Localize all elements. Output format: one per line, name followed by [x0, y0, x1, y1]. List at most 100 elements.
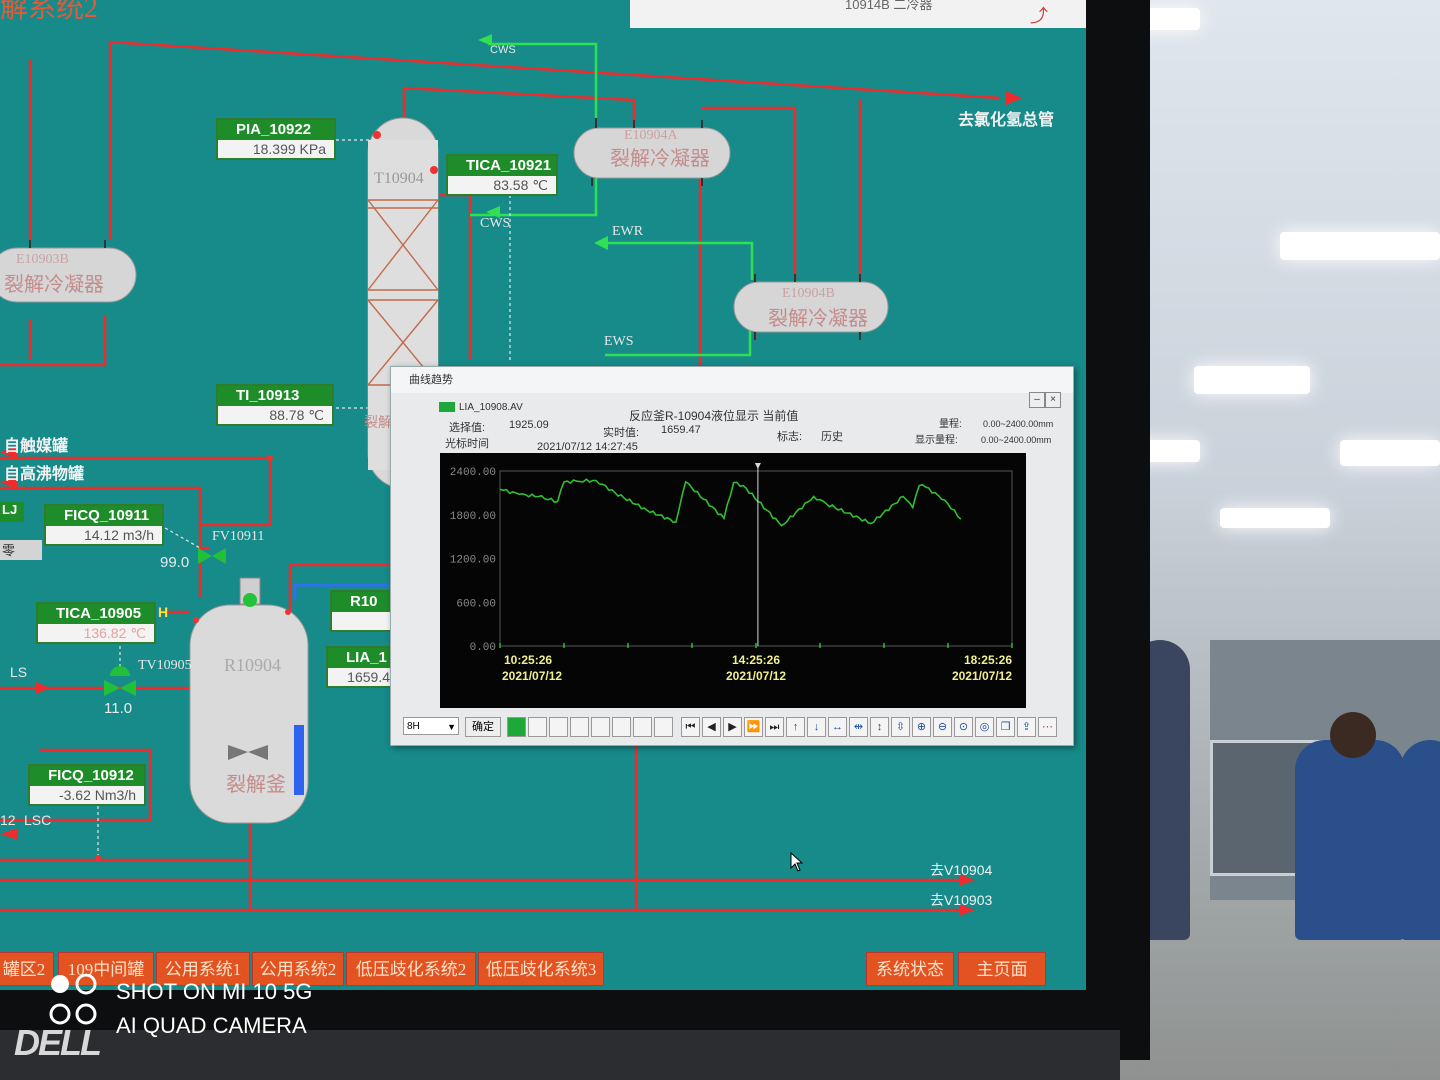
label-ews: EWS [604, 334, 634, 349]
dell-logo: DELL [14, 1022, 102, 1063]
shrink-horizontal-icon[interactable]: ⇹ [849, 717, 868, 737]
label-zero: 零 [0, 540, 42, 560]
nav-main-page[interactable]: 主页面 [958, 952, 1046, 986]
label-tv10905: TV10905 [138, 658, 192, 673]
export-icon[interactable]: ⇪ [1017, 717, 1036, 737]
mouse-cursor-icon [790, 852, 804, 872]
minimize-icon[interactable]: – [1029, 392, 1045, 408]
reactor-id: R10904 [224, 655, 282, 675]
confirm-button[interactable]: 确定 [465, 717, 501, 737]
display-range-label: 显示量程: [915, 435, 958, 446]
x-tick-date: 2021/07/12 [502, 669, 562, 683]
realtime-label: 实时值: [603, 427, 640, 439]
selected-label: 选择值: [449, 422, 486, 434]
move-up-icon[interactable]: ↑ [786, 717, 805, 737]
first-page-icon[interactable]: ⏮ [681, 717, 700, 737]
trend-chart[interactable]: 2400.00 1800.00 1200.00 600.00 0.00 10:25:26 2… [440, 453, 1026, 708]
tag-name: R10 [332, 592, 398, 612]
label-fv10911: FV10911 [212, 529, 265, 544]
tag-value: -3.62 Nm3/h [30, 786, 144, 804]
tag-name: TICA_10905 [38, 604, 154, 624]
selected-value: 1925.09 [509, 419, 549, 431]
header-title: 解系统2 [0, 0, 99, 24]
color-swatch-1[interactable] [507, 717, 526, 737]
cursor-time: 2021/07/12 14:27:45 [537, 441, 638, 453]
label-from-catalyst: 自触媒罐 [4, 438, 69, 455]
fast-forward-icon[interactable]: ⏩ [744, 717, 763, 737]
label-h-flag: H [158, 604, 169, 620]
tag-value: 83.58 ℃ [448, 176, 556, 194]
x-tick-date: 2021/07/12 [726, 669, 786, 683]
tag-value: 1659.4 [328, 668, 398, 686]
y-tick-label: 2400.00 [450, 467, 496, 479]
zoom-fit-icon[interactable]: ◎ [975, 717, 994, 737]
series-description: 反应釜R-10904液位显示 当前值 [629, 409, 799, 423]
e10904a-name: 裂解冷凝器 [610, 148, 710, 170]
color-swatch-3[interactable] [549, 717, 568, 737]
zoom-in-icon[interactable]: ⊕ [912, 717, 931, 737]
watermark-line1: SHOT ON MI 10 5G [116, 979, 313, 1004]
last-page-icon[interactable]: ⏭ [765, 717, 784, 737]
fv-value: 99.0 [160, 554, 190, 571]
tag-lia[interactable]: LIA_1 1659.4 [326, 646, 400, 688]
tag-value: 18.399 KPa [218, 140, 334, 158]
tag-name: LIA_1 [328, 648, 398, 668]
tag-pia-10922[interactable]: PIA_10922 18.399 KPa [216, 118, 336, 160]
e10904b-id: E10904B [782, 286, 835, 301]
tag-name: FICQ_10911 [46, 506, 162, 526]
label-from-highboil: 自高沸物罐 [4, 466, 85, 483]
trend-window[interactable]: 曲线趋势 – × LIA_10908.AV 反应釜R-10904液位显示 当前值… [390, 366, 1074, 746]
x-tick-date: 2021/07/12 [952, 669, 1012, 683]
watermark-line2: AI QUAD CAMERA [116, 1013, 307, 1038]
expand-vertical-icon[interactable]: ↕ [870, 717, 889, 737]
close-icon[interactable]: × [1045, 392, 1061, 408]
tag-ficq-10911[interactable]: FICQ_10911 14.12 m3/h [44, 504, 164, 546]
period-select[interactable]: 8H ▼ [403, 717, 459, 735]
trend-plot[interactable]: 2400.00 1800.00 1200.00 600.00 0.00 10:25:26 2… [440, 453, 1026, 708]
tv-value: 11.0 [104, 700, 133, 717]
label-to-v10903: 去V10903 [930, 892, 993, 908]
nav-low-pressure-2[interactable]: 低压歧化系统2 [346, 952, 476, 986]
color-swatch-7[interactable] [633, 717, 652, 737]
nav-low-pressure-3[interactable]: 低压歧化系统3 [478, 952, 604, 986]
y-tick-label: 600.00 [456, 598, 496, 610]
nav-tank-area-2[interactable]: 罐区2 [0, 952, 54, 986]
next-icon[interactable]: ▶ [723, 717, 742, 737]
y-tick-label: 1200.00 [450, 555, 496, 567]
display-range-value: 0.00~2400.00mm [981, 435, 1052, 445]
shrink-vertical-icon[interactable]: ⇳ [891, 717, 910, 737]
period-select-value: 8H [407, 721, 420, 732]
trend-toolbar: 8H ▼ 确定 ⏮ ◀ ▶ ⏩ ⏭ ↑ ↓ ↔ ⇹ ↕ ⇳ ⊕ ⊖ ⊙ ◎ ❐ … [403, 717, 1063, 739]
copy-icon[interactable]: ❐ [996, 717, 1015, 737]
color-swatch-4[interactable] [570, 717, 589, 737]
e10904b-name: 裂解冷凝器 [768, 308, 868, 330]
tag-value [332, 612, 398, 630]
series-legend[interactable]: LIA_10908.AV [439, 401, 523, 413]
settings-icon[interactable]: ⋯ [1038, 717, 1057, 737]
expand-horizontal-icon[interactable]: ↔ [828, 717, 847, 737]
color-swatch-8[interactable] [654, 717, 673, 737]
scada-screen: 解系统2 10914B 二冷器 ⤴ PIA_10922 18.399 KPa T… [0, 0, 1086, 990]
prev-icon[interactable]: ◀ [702, 717, 721, 737]
series-line [499, 478, 962, 527]
tag-ti-10913[interactable]: TI_10913 88.78 ℃ [216, 384, 334, 426]
label-ls: LS [10, 664, 28, 680]
zoom-reset-icon[interactable]: ⊙ [954, 717, 973, 737]
tag-tica-10905[interactable]: TICA_10905 136.82 ℃ [36, 602, 156, 644]
zoom-out-icon[interactable]: ⊖ [933, 717, 952, 737]
move-down-icon[interactable]: ↓ [807, 717, 826, 737]
nav-system-status[interactable]: 系统状态 [866, 952, 954, 986]
camera-logo-icon [48, 973, 116, 1025]
label-lj: LJ [0, 502, 24, 522]
header-tab: 10914B 二冷器 [845, 0, 933, 12]
tag-tica-10921[interactable]: TICA_10921 83.58 ℃ [446, 154, 558, 196]
color-swatch-2[interactable] [528, 717, 547, 737]
color-swatch-5[interactable] [591, 717, 610, 737]
y-tick-label: 1800.00 [450, 511, 496, 523]
tag-ficq-10912[interactable]: FICQ_10912 -3.62 Nm3/h [28, 764, 146, 806]
x-tick-time: 14:25:26 [732, 653, 780, 667]
label-cws-mid: CWS [480, 216, 511, 231]
cursor-time-label: 光标时间 [445, 438, 489, 450]
color-swatch-6[interactable] [612, 717, 631, 737]
x-tick-time: 18:25:26 [964, 653, 1012, 667]
